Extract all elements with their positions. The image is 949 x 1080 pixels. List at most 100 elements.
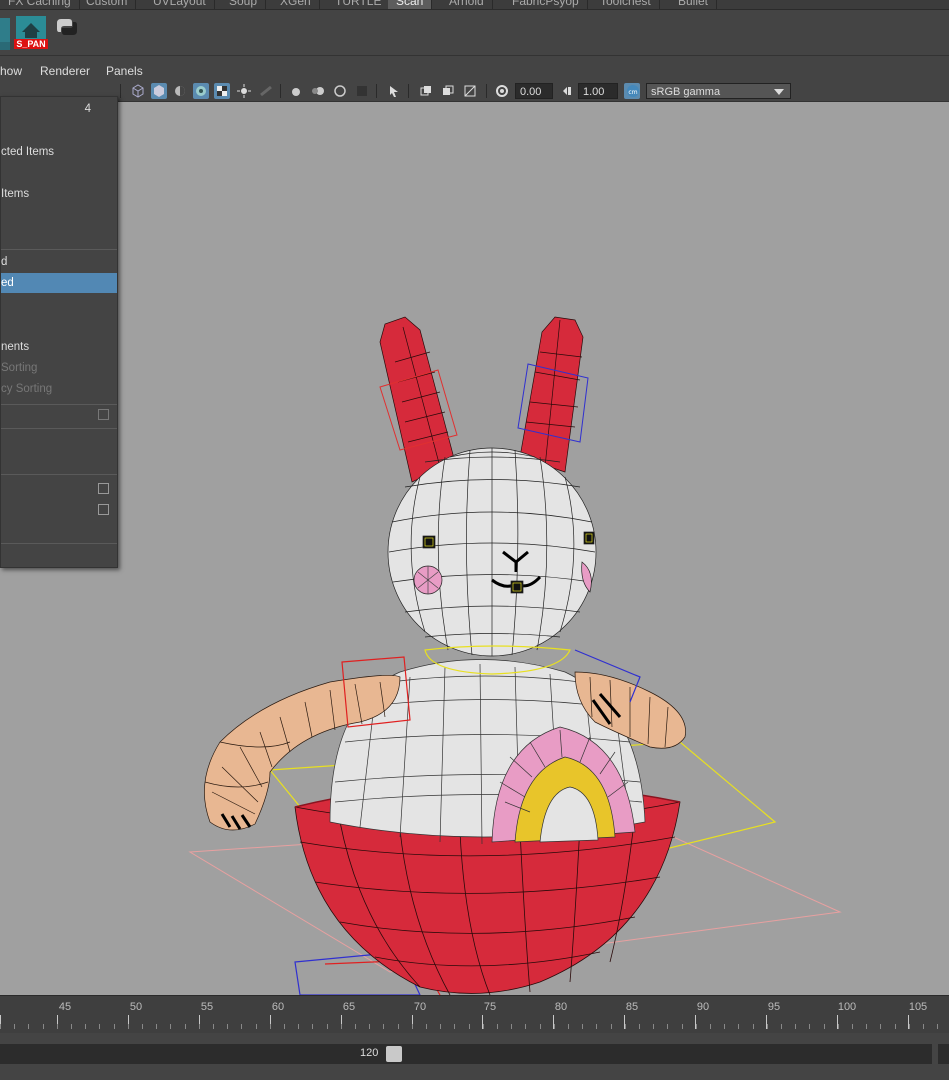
shelf-button-partial[interactable] (0, 14, 12, 50)
menu-item-d[interactable]: d (1, 252, 117, 272)
checker-icon[interactable] (214, 83, 230, 99)
time-tick-label: 100 (837, 1001, 857, 1013)
range-end-field[interactable] (938, 1044, 949, 1064)
exposure-field[interactable]: 0.00 (515, 83, 553, 99)
wireframe-cube-icon[interactable] (130, 83, 146, 99)
menu-renderer[interactable]: Renderer (40, 64, 90, 78)
shelf: S_PAN (0, 10, 949, 56)
time-minor-tick (696, 1024, 697, 1029)
time-minor-tick (568, 1024, 569, 1029)
exposure-icon[interactable] (494, 83, 510, 99)
shelf-button-python[interactable] (54, 14, 80, 50)
smooth-shade-icon[interactable] (151, 83, 167, 99)
time-tick-label: 75 (483, 1001, 497, 1013)
bunny-head (387, 447, 597, 657)
time-minor-tick (199, 1024, 200, 1029)
shelf-tab-turtle[interactable]: TURTLE (327, 0, 391, 9)
light-icon[interactable] (236, 83, 252, 99)
menu-item-items[interactable]: Items (1, 184, 117, 204)
time-minor-tick (142, 1024, 143, 1029)
range-slider-handle[interactable] (386, 1046, 402, 1062)
xray-icon[interactable] (418, 83, 434, 99)
depth-of-field-icon[interactable] (354, 83, 370, 99)
ambient-occlusion-icon[interactable] (288, 83, 304, 99)
time-minor-tick (14, 1024, 15, 1029)
s-pan-label: S_PAN (14, 39, 48, 49)
time-minor-tick (341, 1024, 342, 1029)
panel-toolbar: 0.00 1.00 cm sRGB gamma (0, 80, 949, 102)
shelf-button-s-pan[interactable]: S_PAN (14, 14, 48, 50)
viewport-3d[interactable] (0, 102, 949, 995)
time-minor-tick (156, 1024, 157, 1029)
range-slider-bar[interactable] (0, 1044, 932, 1064)
time-minor-tick (483, 1024, 484, 1029)
time-minor-tick (43, 1024, 44, 1029)
menu-item-transparency-sorting: cy Sorting (1, 383, 53, 395)
shelf-tab-xgen[interactable]: XGen (272, 0, 320, 9)
time-minor-tick (809, 1024, 810, 1029)
time-tick-label: 105 (908, 1001, 928, 1013)
menu-item-highlighted[interactable]: ed (1, 273, 117, 293)
toolbar-separator (280, 84, 281, 98)
shelf-tabs-bar: FX Caching Custom UVLayout Soup XGen TUR… (0, 0, 949, 10)
time-minor-tick (170, 1024, 171, 1029)
menu-show[interactable]: how (0, 64, 22, 78)
time-minor-tick (540, 1024, 541, 1029)
time-minor-tick (383, 1024, 384, 1029)
color-management-icon[interactable]: cm (624, 83, 640, 99)
textured-icon[interactable] (193, 83, 209, 99)
anti-aliasing-icon[interactable] (332, 83, 348, 99)
time-minor-tick (838, 1024, 839, 1029)
xray-components-icon[interactable] (462, 83, 478, 99)
default-material-icon[interactable] (172, 83, 188, 99)
time-minor-tick (469, 1024, 470, 1029)
time-minor-tick (880, 1024, 881, 1029)
time-tick-label: 55 (200, 1001, 214, 1013)
toolbar-separator (408, 84, 409, 98)
gamma-field[interactable]: 1.00 (578, 83, 618, 99)
python-icon (57, 19, 77, 35)
shelf-tab-fx-caching[interactable]: FX Caching (0, 0, 80, 9)
time-minor-tick (511, 1024, 512, 1029)
shadows-icon[interactable] (258, 83, 274, 99)
motion-blur-icon[interactable] (310, 83, 326, 99)
time-tick-label: 80 (554, 1001, 568, 1013)
isolate-select-icon[interactable] (386, 83, 402, 99)
color-space-select[interactable]: sRGB gamma (646, 83, 791, 99)
menu-item-selected-items[interactable]: cted Items (1, 142, 117, 162)
time-minor-tick (781, 1024, 782, 1029)
time-minor-tick (824, 1024, 825, 1029)
shelf-tab-toolchest[interactable]: Toolchest (592, 0, 660, 9)
time-minor-tick (866, 1024, 867, 1029)
shelf-tab-soup[interactable]: Soup (221, 0, 267, 9)
menu-panels[interactable]: Panels (106, 64, 143, 78)
time-minor-tick (639, 1024, 640, 1029)
time-minor-tick (895, 1024, 896, 1029)
menu-item-components[interactable]: nents (1, 337, 117, 357)
shelf-tab-custom[interactable]: Custom (78, 0, 137, 9)
shelf-tab-fabricpsyop[interactable]: FabricPsyop (504, 0, 588, 9)
shelf-tab-bullet[interactable]: Bullet (670, 0, 718, 9)
menu-separator (1, 428, 117, 429)
time-minor-tick (327, 1024, 328, 1029)
range-end-value: 120 (360, 1047, 379, 1059)
xray-joints-icon[interactable] (440, 83, 456, 99)
time-minor-tick (227, 1024, 228, 1029)
shelf-tab-arnold[interactable]: Arnold (441, 0, 493, 9)
menu-separator (1, 404, 117, 405)
shelf-tab-uvlayout[interactable]: UVLayout (145, 0, 215, 9)
menu-separator (1, 249, 117, 250)
gamma-icon[interactable] (559, 83, 575, 99)
menu-checkbox-1[interactable] (98, 483, 109, 494)
time-minor-tick (497, 1024, 498, 1029)
time-slider[interactable]: 45 50 55 60 65 70 75 80 85 90 95 100 105 (0, 995, 949, 1033)
time-tick-label: 85 (625, 1001, 639, 1013)
time-minor-tick (213, 1024, 214, 1029)
menu-checkbox-2[interactable] (98, 504, 109, 515)
shelf-tab-scan[interactable]: Scan (388, 0, 433, 9)
time-minor-tick (426, 1024, 427, 1029)
time-tick-label: 95 (767, 1001, 781, 1013)
time-minor-tick (369, 1024, 370, 1029)
time-minor-tick (625, 1024, 626, 1029)
menu-separator (1, 474, 117, 475)
